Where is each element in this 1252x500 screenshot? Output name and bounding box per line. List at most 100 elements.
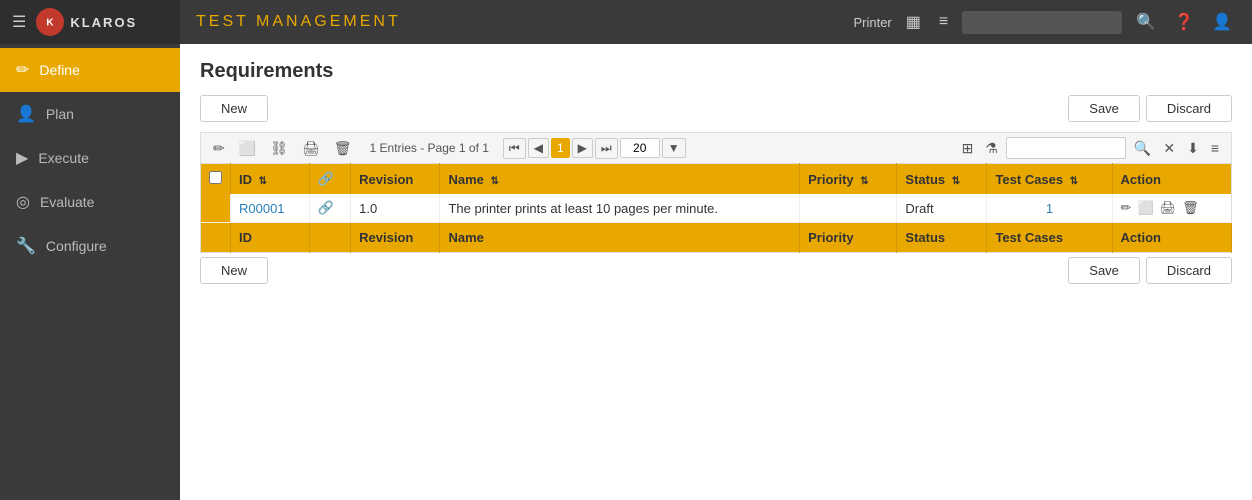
row-delete-btn[interactable]: 🗑: [1182, 200, 1199, 216]
sub-header-blank: [309, 223, 351, 253]
filter-search-input[interactable]: [1006, 137, 1126, 159]
toolbar-right-top: Save Discard: [1068, 95, 1232, 122]
row-indicator: [201, 194, 231, 223]
link-icon-btn[interactable]: ⛓: [266, 138, 292, 159]
sidebar-item-execute[interactable]: ▶ Execute: [0, 136, 180, 180]
sub-header-id: ID: [231, 223, 310, 253]
sub-header-priority: Priority: [800, 223, 897, 253]
group-icon-btn[interactable]: ⊞: [958, 138, 978, 159]
topbar-help-icon[interactable]: ❓: [1170, 10, 1198, 34]
row-edit-btn[interactable]: ✏: [1121, 200, 1132, 216]
cell-priority: [800, 194, 897, 223]
sidebar-item-plan[interactable]: 👤 Plan: [0, 92, 180, 136]
cell-revision: 1.0: [351, 194, 440, 223]
header-status[interactable]: Status ⇅: [897, 164, 987, 195]
pag-prev-btn[interactable]: ◀: [528, 138, 549, 158]
sidebar-item-label-plan: Plan: [46, 106, 74, 122]
pag-last-btn[interactable]: ⏭: [595, 138, 618, 159]
sub-header-name: Name: [440, 223, 800, 253]
sidebar-nav: ✏ Define 👤 Plan ▶ Execute ◎ Evaluate 🔧 C…: [0, 44, 180, 268]
pagination-info: 1 Entries - Page 1 of 1: [370, 141, 489, 155]
topbar-user-icon[interactable]: 👤: [1208, 10, 1236, 34]
sub-header-row: ID Revision Name Priority Status Test Ca…: [201, 223, 1232, 253]
header-id[interactable]: ID ⇅: [231, 164, 310, 195]
header-link: 🔗: [309, 164, 351, 195]
sidebar-item-label-evaluate: Evaluate: [40, 194, 94, 210]
filter-search-icon[interactable]: 🔍: [1130, 138, 1155, 159]
pag-perpage-dropdown[interactable]: ▼: [662, 138, 686, 158]
save-button-top[interactable]: Save: [1068, 95, 1140, 122]
topbar: TEST MANAGEMENT Printer ▦ ≡ 🔍 ❓ 👤: [180, 0, 1252, 44]
discard-button-bottom[interactable]: Discard: [1146, 257, 1232, 284]
save-button-bottom[interactable]: Save: [1068, 257, 1140, 284]
pag-perpage-input[interactable]: [620, 138, 660, 158]
discard-button-top[interactable]: Discard: [1146, 95, 1232, 122]
cell-link-icon: 🔗: [309, 194, 351, 223]
printer-label: Printer: [853, 15, 891, 30]
id-sort-icon: ⇅: [259, 176, 267, 187]
requirements-table: ID ⇅ 🔗 Revision Name ⇅ Priority ⇅ Status…: [200, 163, 1232, 253]
row-print-btn[interactable]: 🖨: [1160, 200, 1177, 216]
cell-test-cases: 1: [987, 194, 1112, 223]
sidebar-item-label-configure: Configure: [46, 238, 107, 254]
pagination-nav: ⏮ ◀ 1 ▶ ⏭ ▼: [503, 138, 686, 159]
sidebar-item-evaluate[interactable]: ◎ Evaluate: [0, 180, 180, 224]
pag-current-btn[interactable]: 1: [551, 138, 570, 158]
printer-icon-btn[interactable]: ▦: [902, 10, 925, 34]
export-icon-btn[interactable]: ⬇: [1183, 138, 1203, 159]
header-priority[interactable]: Priority ⇅: [800, 164, 897, 195]
cell-status: Draft: [897, 194, 987, 223]
sub-header-revision: Revision: [351, 223, 440, 253]
filter-icon-btn[interactable]: ⚗: [981, 138, 1002, 159]
header-checkbox[interactable]: [201, 164, 231, 195]
topbar-search-icon[interactable]: 🔍: [1132, 10, 1160, 34]
new-button-bottom[interactable]: New: [200, 257, 268, 284]
sidebar-item-configure[interactable]: 🔧 Configure: [0, 224, 180, 268]
footer-right: Save Discard: [1068, 257, 1232, 284]
printer-list-icon-btn[interactable]: ≡: [935, 11, 952, 33]
row-id-link[interactable]: R00001: [239, 201, 285, 216]
sidebar-item-label-execute: Execute: [38, 150, 89, 166]
status-sort-icon: ⇅: [952, 176, 960, 187]
filter-clear-icon[interactable]: ✕: [1159, 138, 1179, 159]
sub-header-status: Status: [897, 223, 987, 253]
table-toolbar: ✏ ⬜ ⛓ 🖨 🗑 1 Entries - Page 1 of 1 ⏮ ◀ 1 …: [200, 132, 1232, 163]
header-name[interactable]: Name ⇅: [440, 164, 800, 195]
action-icons: ✏ ⬜ 🖨 🗑: [1121, 200, 1223, 216]
sidebar-item-define[interactable]: ✏ Define: [0, 48, 180, 92]
topbar-right: Printer ▦ ≡ 🔍 ❓ 👤: [853, 10, 1236, 34]
row-copy-btn[interactable]: ⬜: [1137, 200, 1153, 216]
filter-section: ⊞ ⚗ 🔍 ✕ ⬇ ≡: [958, 137, 1223, 159]
evaluate-icon: ◎: [16, 192, 30, 212]
sidebar-item-label-define: Define: [39, 62, 79, 78]
define-icon: ✏: [16, 60, 29, 80]
copy-icon-btn[interactable]: ⬜: [235, 138, 260, 159]
configure-icon: 🔧: [16, 236, 36, 256]
cell-id: R00001: [231, 194, 310, 223]
page-title: Requirements: [200, 60, 1232, 83]
topbar-search-input[interactable]: [962, 11, 1122, 34]
hamburger-icon[interactable]: ☰: [12, 12, 26, 32]
header-test-cases[interactable]: Test Cases ⇅: [987, 164, 1112, 195]
test-cases-sort-icon: ⇅: [1070, 176, 1078, 187]
toolbar-top: New Save Discard: [200, 95, 1232, 122]
sidebar-header: ☰ K KLAROS: [0, 0, 180, 44]
header-action: Action: [1112, 164, 1231, 195]
cell-name: The printer prints at least 10 pages per…: [440, 194, 800, 223]
cell-action: ✏ ⬜ 🖨 🗑: [1112, 194, 1231, 223]
select-all-checkbox[interactable]: [209, 171, 222, 184]
app-subtitle: TEST MANAGEMENT: [196, 13, 401, 31]
new-button-top[interactable]: New: [200, 95, 268, 122]
edit-icon-btn[interactable]: ✏: [209, 138, 229, 159]
sub-header-action: Action: [1112, 223, 1231, 253]
main-content: Requirements New Save Discard ✏ ⬜ ⛓ 🖨 🗑 …: [180, 44, 1252, 500]
sub-header-test-cases: Test Cases: [987, 223, 1112, 253]
pag-next-btn[interactable]: ▶: [572, 138, 593, 158]
columns-icon-btn[interactable]: ≡: [1207, 138, 1223, 158]
delete-icon-btn[interactable]: 🗑: [330, 138, 356, 159]
footer-toolbar: New Save Discard: [200, 257, 1232, 284]
brand-name: KLAROS: [70, 15, 137, 30]
print-icon-btn[interactable]: 🖨: [298, 138, 324, 159]
logo-container: K KLAROS: [36, 8, 137, 36]
pag-first-btn[interactable]: ⏮: [503, 138, 526, 159]
